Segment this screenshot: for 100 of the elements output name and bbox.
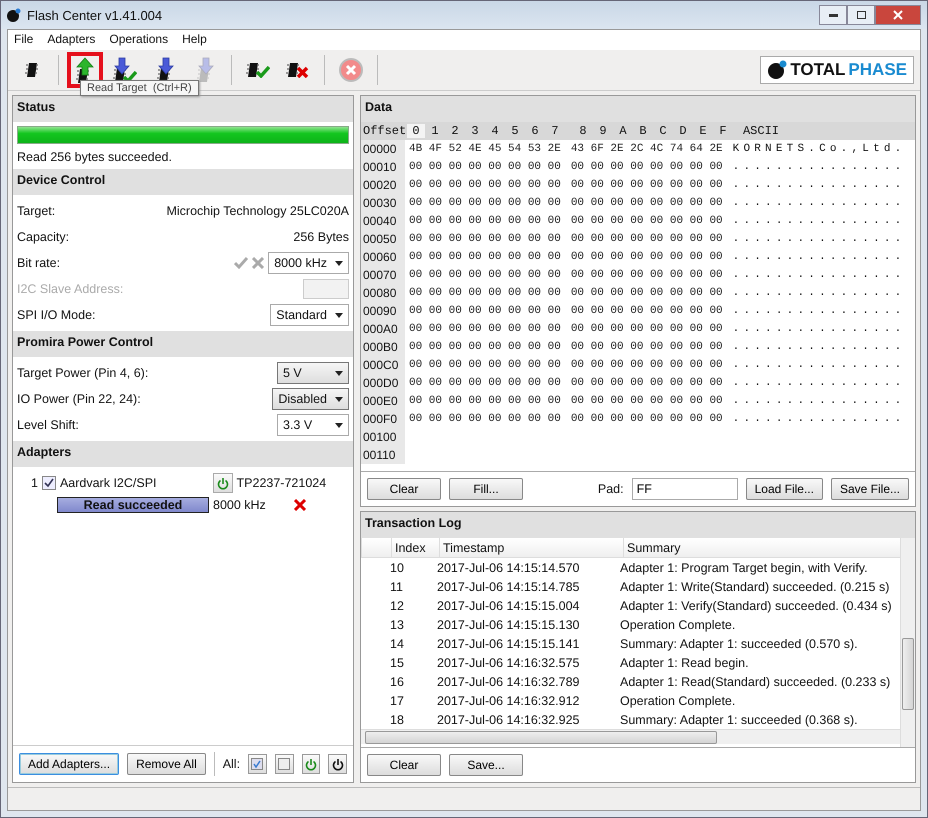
table-cell-text: 2017-Jul-06 14:15:15.130: [436, 618, 580, 632]
ascii-text: ................: [732, 413, 906, 425]
ascii-text: KORNETS.Co.,Ltd.: [732, 143, 906, 155]
field-value: 256 Bytes: [293, 230, 349, 244]
remove-all-button[interactable]: Remove All: [127, 753, 206, 775]
power-on-all-button[interactable]: [302, 754, 320, 774]
ascii-text: ................: [732, 215, 906, 227]
field-label: I2C Slave Address:: [17, 282, 124, 296]
table-cell-text: 11: [389, 580, 404, 594]
menu-item[interactable]: Help: [182, 32, 207, 48]
data-button[interactable]: Fill...: [449, 478, 523, 500]
column-header[interactable]: D: [673, 124, 693, 138]
column-header[interactable]: 6: [525, 124, 545, 138]
dropdown[interactable]: Standard: [270, 304, 349, 326]
hex-bytes: 00 00 00 00 00 00 00 00: [408, 251, 561, 263]
section-header: Status: [13, 96, 353, 122]
close-button[interactable]: [875, 5, 921, 25]
ascii-text: ................: [732, 377, 906, 389]
table-cell-text: Adapter 1: Program Target begin, with Verify.: [619, 560, 869, 574]
column-header[interactable]: 7: [545, 124, 565, 138]
ascii-text: ................: [732, 197, 906, 209]
table-cell-text: Summary: Adapter 1: succeeded (0.570 s).: [619, 636, 859, 650]
power-off-all-button[interactable]: [328, 754, 347, 774]
file-button[interactable]: Load File...: [746, 478, 823, 500]
remove-icon[interactable]: [294, 499, 306, 511]
column-header[interactable]: F: [713, 124, 733, 138]
column-header[interactable]: A: [613, 124, 633, 138]
hex-bytes: 00 00 00 00 00 00 00 00: [408, 341, 561, 353]
dropdown[interactable]: 5 V: [277, 362, 349, 384]
input-field[interactable]: [303, 279, 349, 299]
maximize-icon: [856, 11, 866, 19]
offset-cell: 00110: [361, 446, 405, 464]
field-label: Bit rate:: [17, 256, 60, 270]
column-header[interactable]: 4: [485, 124, 505, 138]
section-header: Transaction Log: [361, 512, 915, 538]
column-header[interactable]: E: [693, 124, 713, 138]
column-header[interactable]: 2: [445, 124, 465, 138]
log-button[interactable]: Clear: [367, 754, 441, 776]
table-cell-text: 15: [389, 656, 405, 670]
ascii-text: ................: [732, 395, 906, 407]
file-button[interactable]: Save File...: [830, 478, 909, 500]
ascii-text: ................: [732, 179, 906, 191]
check-all-button[interactable]: [248, 754, 267, 774]
uncheck-all-button[interactable]: [274, 754, 294, 774]
app-icon: [7, 8, 21, 22]
status-message: Read 256 bytes succeeded.: [16, 149, 173, 166]
column-header[interactable]: 5: [505, 124, 525, 138]
chip-cross-icon: [286, 62, 310, 78]
data-button[interactable]: Clear: [367, 478, 441, 500]
hex-bytes: 00 00 00 00 00 00 00 00: [408, 395, 561, 407]
hex-bytes: 00 00 00 00 00 00 00 00: [570, 197, 723, 209]
offset-cell: 00080: [361, 284, 405, 302]
adapter-serial: TP2237-721024: [236, 476, 326, 490]
dropdown[interactable]: Disabled: [272, 388, 349, 410]
hex-bytes: 00 00 00 00 00 00 00 00: [408, 377, 561, 389]
caret-icon: [335, 396, 343, 402]
ascii-text: ................: [732, 161, 906, 173]
table-cell-text: 2017-Jul-06 14:16:32.575: [436, 656, 580, 670]
maximize-button[interactable]: [847, 5, 875, 25]
hex-bytes: 00 00 00 00 00 00 00 00: [570, 377, 723, 389]
hex-bytes: 00 00 00 00 00 00 00 00: [570, 161, 723, 173]
minimize-button[interactable]: [819, 5, 847, 25]
offset-cell: 00000: [361, 140, 405, 158]
log-button[interactable]: Save...: [449, 754, 523, 776]
check-icon[interactable]: [234, 257, 248, 269]
offset-cell: 00010: [361, 158, 405, 176]
pad-field[interactable]: FF: [632, 478, 738, 500]
column-header[interactable]: 0: [407, 124, 425, 138]
column-header[interactable]: ASCII: [741, 124, 781, 138]
column-header[interactable]: Index: [391, 538, 439, 557]
hex-bytes: 00 00 00 00 00 00 00 00: [408, 197, 561, 209]
hex-bytes: 00 00 00 00 00 00 00 00: [570, 359, 723, 371]
power-icon: [304, 758, 317, 770]
column-header[interactable]: Timestamp: [439, 538, 623, 557]
offset-cell: 00070: [361, 266, 405, 284]
hex-bytes: 00 00 00 00 00 00 00 00: [570, 179, 723, 191]
column-header[interactable]: C: [653, 124, 673, 138]
column-header[interactable]: 9: [593, 124, 613, 138]
caret-icon: [335, 370, 343, 376]
hex-bytes: 00 00 00 00 00 00 00 00: [570, 395, 723, 407]
hex-bytes: 43 6F 2E 2C 4C 74 64 2E: [570, 143, 723, 155]
table-cell-text: 2017-Jul-06 14:16:32.912: [436, 694, 580, 708]
menu-item[interactable]: Adapters: [47, 32, 96, 48]
column-header[interactable]: 1: [425, 124, 445, 138]
column-header[interactable]: 3: [465, 124, 485, 138]
adapter-checkbox[interactable]: [42, 476, 56, 490]
dropdown[interactable]: 8000 kHz: [268, 252, 349, 274]
menu-item[interactable]: Operations: [109, 32, 168, 48]
ascii-text: ................: [732, 305, 906, 317]
column-header[interactable]: Offset: [361, 124, 407, 138]
dropdown[interactable]: 3.3 V: [277, 414, 349, 436]
add-adapters-button[interactable]: Add Adapters...: [19, 753, 120, 775]
column-header[interactable]: 8: [573, 124, 593, 138]
vertical-scrollbar[interactable]: [900, 538, 915, 747]
power-button[interactable]: [212, 473, 233, 493]
chip-download-icon: [196, 57, 214, 83]
column-header[interactable]: B: [633, 124, 653, 138]
adapter-number: 1: [31, 476, 38, 490]
menu-item[interactable]: File: [14, 32, 34, 48]
horizontal-scrollbar[interactable]: [361, 729, 900, 744]
